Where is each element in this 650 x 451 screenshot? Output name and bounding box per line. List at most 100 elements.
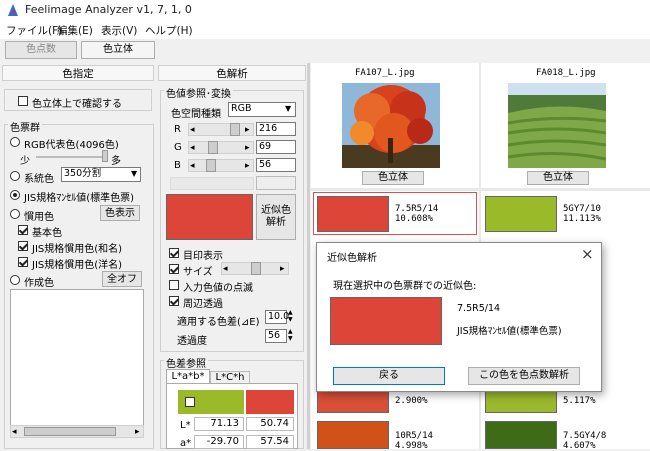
result-2-3-swatch[interactable]	[485, 421, 557, 449]
b-decrease-icon[interactable]	[190, 160, 195, 171]
result-1-1-swatch[interactable]	[317, 196, 389, 232]
back-button[interactable]: 戻る	[333, 367, 445, 385]
g-decrease-icon[interactable]	[190, 142, 195, 153]
menu-help[interactable]: ヘルプ(H)	[145, 23, 193, 38]
blink-input-label: 入力色値の点滅	[183, 283, 253, 294]
transparency-spin-icon[interactable]: ▲ ▼	[288, 328, 293, 342]
result-2-3-label: 7.5GY4/8	[563, 431, 607, 441]
image-2-solid-button[interactable]: 色立体	[527, 171, 589, 185]
count-slider-thumb[interactable]	[102, 150, 108, 162]
g-increase-icon[interactable]	[245, 142, 250, 153]
approx-color-dialog: 近似色解析 × 現在選択中の色票群での近似色: 7.5R5/14 JIS規格ﾏﾝ…	[316, 242, 602, 392]
system-select[interactable]: 350分割	[61, 167, 141, 182]
result-1-3-label: 10R5/14	[395, 431, 433, 441]
l-left-value: 71.13	[194, 417, 244, 431]
r-increase-icon[interactable]	[245, 124, 250, 135]
color-spec-panel: 色指定 色立体上で確認する 色票群 RGB代表色(4096色) 少 多 系統色 …	[2, 63, 154, 449]
size-slider-thumb[interactable]	[251, 262, 261, 275]
jis-western-checkbox[interactable]	[18, 257, 28, 267]
system-select-value: 350分割	[64, 168, 102, 179]
jis-japanese-label: JIS規格慣用色(和名)	[32, 244, 123, 255]
image-2-thumbnail[interactable]	[508, 83, 606, 168]
r-input[interactable]: 216	[256, 122, 296, 136]
image-1-thumbnail[interactable]	[342, 83, 440, 168]
jis-munsell-radio[interactable]	[10, 190, 20, 200]
count-slider-track[interactable]	[36, 156, 106, 158]
apply-delta-input[interactable]: 10.0	[265, 310, 289, 324]
scroll-left-icon[interactable]	[12, 426, 17, 437]
transparency-input[interactable]: 56	[265, 329, 287, 343]
mode-bar: 色点数 色立体	[0, 39, 650, 60]
surround-transparent-checkbox[interactable]	[169, 296, 179, 306]
few-label: 少	[20, 156, 30, 167]
confirm-in-solid-checkbox[interactable]	[18, 96, 28, 106]
close-icon[interactable]: ×	[581, 245, 594, 263]
basic-checkbox[interactable]	[18, 225, 28, 235]
system-color-label: 系統色	[24, 174, 54, 185]
created-color-list[interactable]	[10, 289, 144, 427]
b-slider-thumb[interactable]	[206, 159, 216, 172]
disabled-input	[256, 176, 296, 190]
scroll-right-icon[interactable]	[135, 426, 140, 437]
result-1-3-pct: 4.998%	[395, 441, 428, 451]
size-checkbox[interactable]	[169, 264, 179, 274]
color-group-title: 色票群	[8, 119, 42, 134]
b-label: B	[174, 160, 181, 171]
g-input[interactable]: 69	[256, 140, 296, 154]
dialog-prompt: 現在選択中の色票群での近似色:	[333, 281, 477, 292]
menu-file[interactable]: ファイル(F)	[6, 23, 62, 38]
result-1-2-pct: 2.900%	[395, 396, 428, 406]
created-color-radio[interactable]	[10, 275, 20, 285]
result-1-1-label: 7.5R5/14	[395, 204, 439, 214]
approx-button-line1: 近似色	[261, 205, 291, 216]
system-color-radio[interactable]	[10, 171, 20, 181]
chevron-down-icon[interactable]: ▼	[285, 104, 291, 113]
scroll-thumb[interactable]	[24, 427, 116, 436]
a-label: a*	[180, 438, 192, 449]
tab-lab[interactable]: L*a*b*	[166, 369, 210, 384]
delta-spin-icon[interactable]: ▲ ▼	[288, 309, 293, 323]
disabled-slider	[170, 177, 254, 190]
g-slider-thumb[interactable]	[208, 141, 218, 154]
dialog-value: 7.5R5/14	[457, 303, 501, 314]
a-right-value: 57.54	[246, 435, 294, 449]
transparency-label: 透過度	[177, 336, 207, 347]
analyze-color-button[interactable]: この色を色点数解析	[468, 367, 580, 385]
image-1-solid-button[interactable]: 色立体	[362, 171, 424, 185]
current-color-swatch	[166, 194, 253, 240]
menu-view[interactable]: 表示(V)	[101, 23, 137, 38]
chevron-down-icon[interactable]: ▼	[131, 169, 137, 178]
b-increase-icon[interactable]	[245, 160, 250, 171]
blink-input-checkbox[interactable]	[169, 280, 179, 290]
color-ref-title: 色値参照･変換	[164, 85, 233, 100]
color-solid-mode-button[interactable]: 色立体	[81, 41, 155, 59]
size-increase-icon[interactable]	[280, 263, 285, 274]
result-2-1-swatch[interactable]	[485, 196, 557, 232]
l-right-value: 50.74	[246, 417, 294, 431]
color-spec-title: 色指定	[2, 65, 154, 81]
jis-japanese-checkbox[interactable]	[18, 241, 28, 251]
rgb-rep-radio[interactable]	[10, 137, 20, 147]
diff-left-checkbox[interactable]	[185, 397, 195, 407]
all-off-button[interactable]: 全オフ	[102, 271, 142, 287]
apply-delta-label: 適用する色差(⊿E)	[177, 317, 260, 328]
r-slider-thumb[interactable]	[230, 123, 240, 136]
b-input[interactable]: 56	[256, 158, 296, 172]
approx-color-button[interactable]: 近似色 解析	[256, 194, 296, 240]
usage-color-radio[interactable]	[10, 209, 20, 219]
color-point-mode-button[interactable]: 色点数	[5, 41, 77, 59]
result-2-2-pct: 5.117%	[563, 396, 596, 406]
mark-display-label: 目印表示	[183, 251, 223, 262]
r-decrease-icon[interactable]	[190, 124, 195, 135]
result-1-3-swatch[interactable]	[317, 421, 389, 449]
surround-transparent-label: 周辺透過	[183, 299, 223, 310]
approx-button-line2: 解析	[266, 217, 286, 228]
a-left-value: -29.70	[194, 435, 244, 449]
menu-edit[interactable]: 編集(E)	[57, 23, 93, 38]
window-title: Feelimage Analyzer v1, 7, 1, 0	[25, 3, 192, 16]
size-decrease-icon[interactable]	[223, 263, 228, 274]
show-color-button[interactable]: 色表示	[100, 205, 140, 221]
panel-splitter[interactable]	[307, 63, 310, 449]
mark-display-checkbox[interactable]	[169, 248, 179, 258]
jis-western-label: JIS規格慣用色(洋名)	[32, 260, 123, 271]
